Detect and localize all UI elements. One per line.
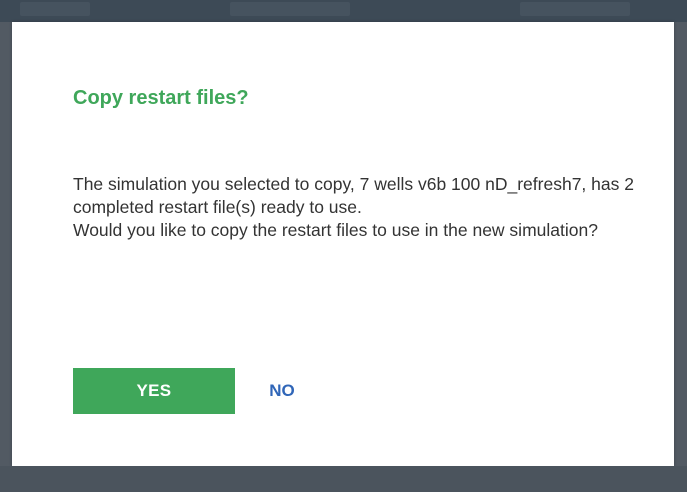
background-tab — [230, 2, 350, 16]
dialog-title: Copy restart files? — [73, 87, 249, 109]
yes-button[interactable]: YES — [73, 368, 235, 414]
dialog-message: The simulation you selected to copy, 7 w… — [73, 173, 638, 242]
no-button[interactable]: NO — [260, 368, 304, 414]
background-tab — [520, 2, 630, 16]
background-footer — [0, 466, 687, 492]
dialog-message-line: The simulation you selected to copy, 7 w… — [73, 174, 634, 217]
dialog-message-question: Would you like to copy the restart files… — [73, 220, 598, 240]
background-tab — [20, 2, 90, 16]
copy-restart-files-dialog: Copy restart files? The simulation you s… — [12, 22, 674, 466]
background-toolbar — [0, 0, 687, 22]
